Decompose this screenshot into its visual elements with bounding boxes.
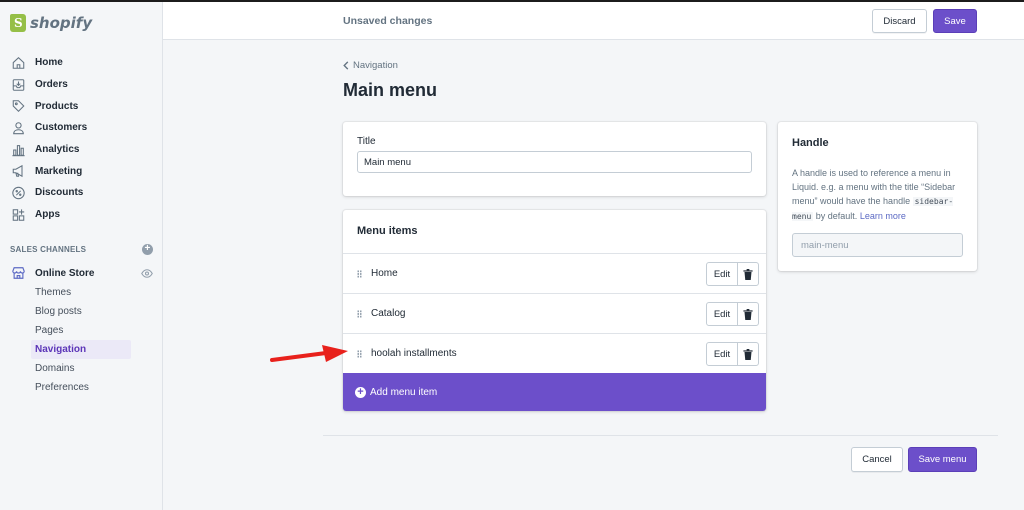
sidebar-item-customers[interactable]: Customers xyxy=(0,117,163,139)
trash-icon xyxy=(743,308,753,320)
sales-channels-heading: SALES CHANNELS + xyxy=(10,244,153,255)
sidebar-subitem-themes[interactable]: Themes xyxy=(31,283,131,302)
edit-menu-item-button[interactable]: Edit xyxy=(706,262,738,286)
sidebar-item-discounts[interactable]: Discounts xyxy=(0,182,163,204)
handle-description: A handle is used to reference a menu in … xyxy=(792,166,967,224)
unsaved-changes-message: Unsaved changes xyxy=(343,15,433,27)
home-icon xyxy=(10,56,26,70)
menu-item-row: Home Edit xyxy=(343,253,766,293)
sidebar-item-marketing[interactable]: Marketing xyxy=(0,160,163,182)
edit-menu-item-button[interactable]: Edit xyxy=(706,302,738,326)
online-store-subnav: Themes Blog posts Pages Navigation Domai… xyxy=(31,283,131,397)
chevron-left-icon xyxy=(343,61,349,70)
save-menu-button[interactable]: Save menu xyxy=(908,447,977,472)
bar-chart-icon xyxy=(10,143,26,157)
title-input[interactable]: Main menu xyxy=(357,151,752,173)
sidebar-item-label: Analytics xyxy=(35,144,80,156)
delete-menu-item-button[interactable] xyxy=(737,262,759,286)
trash-icon xyxy=(743,348,753,360)
sidebar-subitem-domains[interactable]: Domains xyxy=(31,359,131,378)
handle-heading: Handle xyxy=(792,137,829,149)
edit-menu-item-button[interactable]: Edit xyxy=(706,342,738,366)
menu-item-label: Catalog xyxy=(371,308,406,319)
sidebar: shopify Home Orders Products Customers xyxy=(0,2,163,510)
sales-channels-label: SALES CHANNELS xyxy=(10,245,87,254)
discount-icon xyxy=(10,186,26,200)
drag-handle-icon[interactable] xyxy=(357,310,362,318)
discard-button[interactable]: Discard xyxy=(872,9,927,33)
sidebar-item-analytics[interactable]: Analytics xyxy=(0,139,163,161)
store-icon xyxy=(10,266,26,280)
handle-card: Handle A handle is used to reference a m… xyxy=(778,122,977,271)
megaphone-icon xyxy=(10,164,26,178)
title-card: Title Main menu xyxy=(343,122,766,196)
contextual-save-bar: Unsaved changes Discard Save xyxy=(163,2,1024,40)
breadcrumb-label: Navigation xyxy=(353,60,398,71)
annotation-arrow-icon xyxy=(270,345,348,362)
cancel-button[interactable]: Cancel xyxy=(851,447,903,472)
sidebar-item-label: Marketing xyxy=(35,165,83,177)
learn-more-link[interactable]: Learn more xyxy=(860,211,906,221)
sidebar-item-label: Products xyxy=(35,100,79,112)
delete-menu-item-button[interactable] xyxy=(737,342,759,366)
add-sales-channel-icon[interactable]: + xyxy=(142,244,153,255)
menu-item-row: Catalog Edit xyxy=(343,293,766,333)
main-nav: Home Orders Products Customers Analytics xyxy=(0,52,163,226)
save-button[interactable]: Save xyxy=(933,9,977,33)
menu-items-heading: Menu items xyxy=(357,225,418,237)
sidebar-subitem-preferences[interactable]: Preferences xyxy=(31,378,131,397)
breadcrumb[interactable]: Navigation xyxy=(343,60,398,71)
add-menu-item-button[interactable]: + Add menu item xyxy=(343,373,766,411)
menu-items-card: Menu items Home Edit Catalog Edit hoolah… xyxy=(343,210,766,411)
page-title: Main menu xyxy=(343,80,438,100)
person-icon xyxy=(10,121,26,135)
sidebar-subitem-blog-posts[interactable]: Blog posts xyxy=(31,302,131,321)
orders-icon xyxy=(10,78,26,92)
delete-menu-item-button[interactable] xyxy=(737,302,759,326)
shopify-logo[interactable]: shopify xyxy=(10,11,92,35)
sidebar-item-apps[interactable]: Apps xyxy=(0,204,163,226)
plus-circle-icon: + xyxy=(355,386,366,398)
shopify-bag-icon xyxy=(10,14,26,32)
drag-handle-icon[interactable] xyxy=(357,270,362,278)
drag-handle-icon[interactable] xyxy=(357,350,362,358)
online-store-label: Online Store xyxy=(35,267,95,279)
sidebar-item-label: Customers xyxy=(35,122,88,134)
title-field-label: Title xyxy=(357,136,376,147)
sidebar-item-orders[interactable]: Orders xyxy=(0,74,163,96)
sidebar-item-label: Orders xyxy=(35,79,68,91)
footer-divider xyxy=(323,435,998,436)
sidebar-subitem-pages[interactable]: Pages xyxy=(31,321,131,340)
menu-item-row: hoolah installments Edit xyxy=(343,333,766,373)
tag-icon xyxy=(10,99,26,113)
sidebar-item-label: Apps xyxy=(35,209,60,221)
handle-input[interactable]: main-menu xyxy=(792,233,963,257)
add-menu-item-label: Add menu item xyxy=(370,386,438,398)
sidebar-item-label: Home xyxy=(35,57,63,69)
trash-icon xyxy=(743,268,753,280)
eye-icon[interactable] xyxy=(141,268,153,278)
handle-desc-suffix: by default. xyxy=(815,211,858,221)
sidebar-item-products[interactable]: Products xyxy=(0,95,163,117)
sidebar-item-label: Discounts xyxy=(35,187,84,199)
brand-name: shopify xyxy=(30,14,93,32)
sidebar-item-online-store[interactable]: Online Store xyxy=(10,264,153,282)
sidebar-item-home[interactable]: Home xyxy=(0,52,163,74)
apps-icon xyxy=(10,208,26,222)
menu-item-label: hoolah installments xyxy=(371,348,457,359)
menu-item-label: Home xyxy=(371,268,398,279)
sidebar-subitem-navigation[interactable]: Navigation xyxy=(31,340,131,359)
